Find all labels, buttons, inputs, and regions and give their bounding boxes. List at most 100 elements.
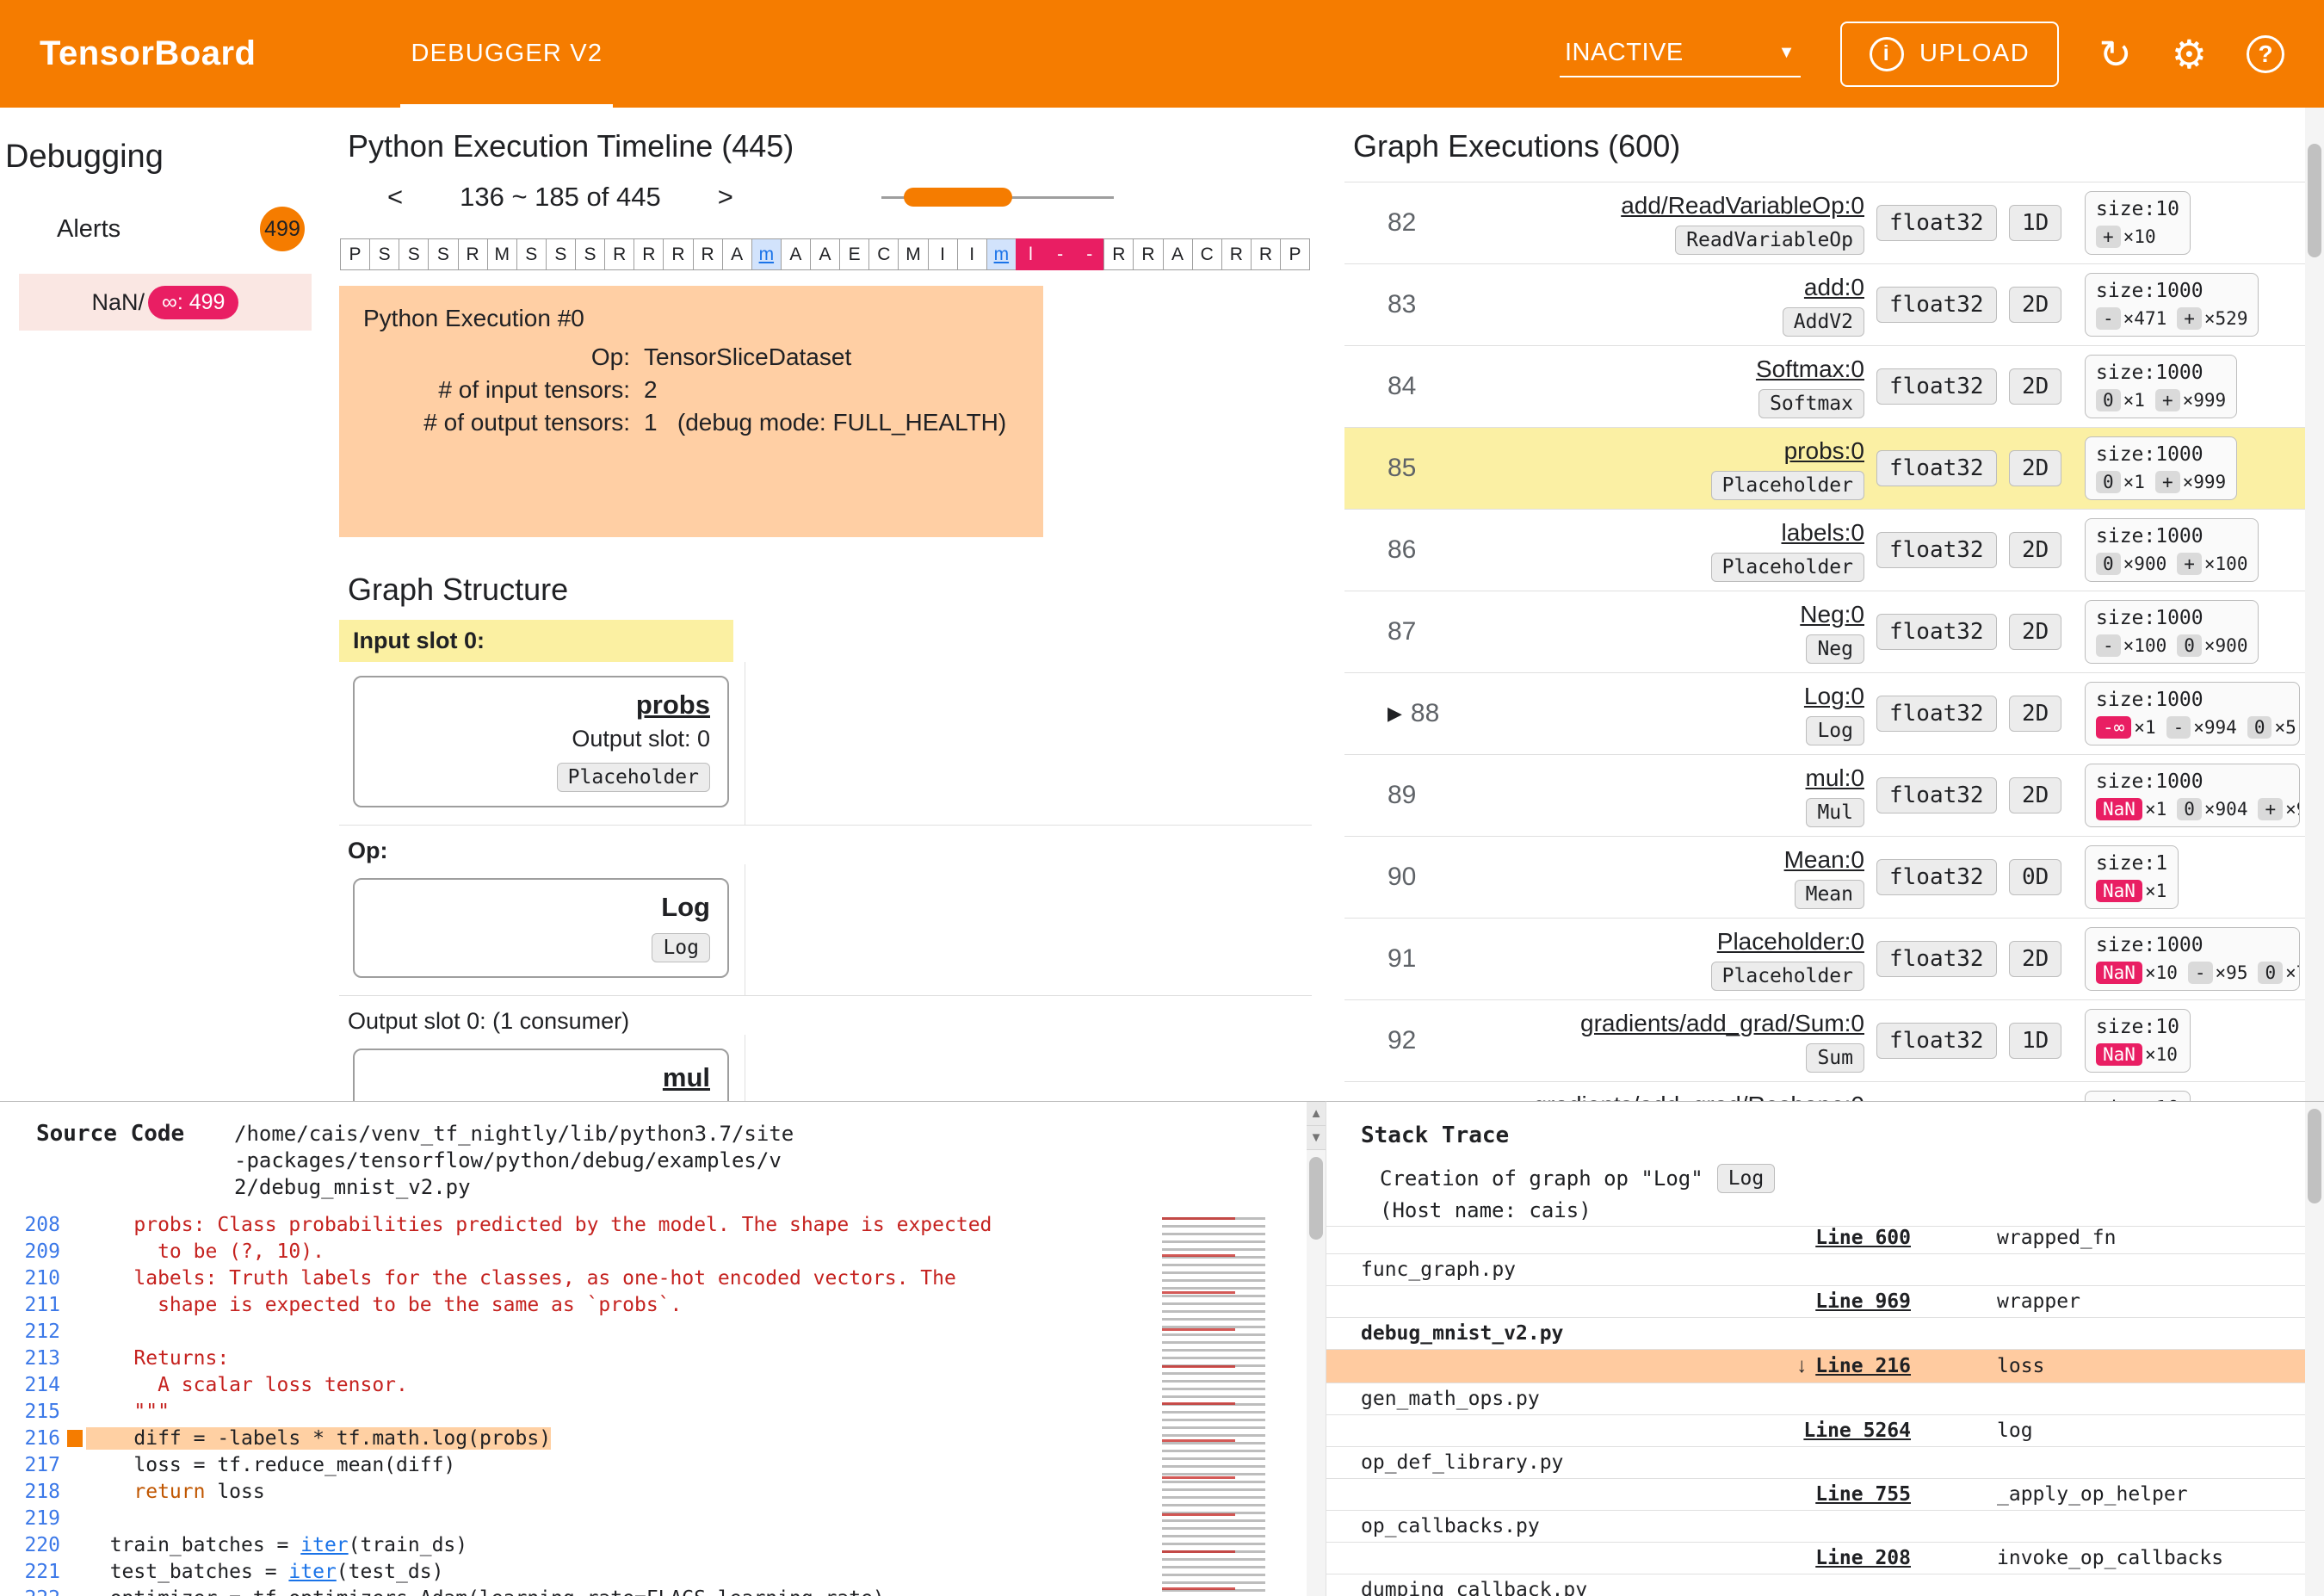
code-line[interactable]: 210 labels: Truth labels for the classes…	[0, 1265, 1326, 1292]
timeline-box[interactable]: I	[956, 238, 987, 270]
graph-execution-row[interactable]: 90 Mean:0 Mean float32 0D size:1 NaN ×1	[1344, 837, 2324, 919]
tensor-name-link[interactable]: Softmax:0	[1756, 356, 1864, 383]
stack-frame-row[interactable]: Line 755 _apply_op_helper	[1326, 1478, 2324, 1510]
timeline-box[interactable]: R	[663, 238, 694, 270]
slider-thumb[interactable]	[904, 188, 1012, 207]
upload-button[interactable]: i UPLOAD	[1839, 21, 2060, 87]
timeline-box[interactable]: S	[575, 238, 606, 270]
stack-trace-scrollbar[interactable]	[2305, 1102, 2324, 1596]
stack-line-link[interactable]: Line 755	[1815, 1483, 1911, 1506]
tensor-name-link[interactable]: mul:0	[1806, 764, 1864, 792]
timeline-box[interactable]: R	[1221, 238, 1252, 270]
tensor-name-link[interactable]: labels:0	[1781, 519, 1864, 547]
tensor-name-link[interactable]: add:0	[1804, 274, 1864, 301]
code-line[interactable]: 208 probs: Class probabilities predicted…	[0, 1212, 1326, 1239]
timeline-box[interactable]: S	[545, 238, 576, 270]
scroll-up-arrow[interactable]: ▲	[1307, 1102, 1326, 1126]
timeline-box[interactable]: P	[1280, 238, 1311, 270]
scrollbar-thumb[interactable]	[2308, 1109, 2321, 1203]
code-line[interactable]: 221 test_batches = iter(test_ds)	[0, 1559, 1326, 1586]
graph-execution-row[interactable]: 82 add/ReadVariableOp:0 ReadVariableOp floa…	[1344, 182, 2324, 264]
timeline-box[interactable]: m	[751, 238, 782, 270]
code-line[interactable]: 211 shape is expected to be the same as …	[0, 1292, 1326, 1319]
play-icon[interactable]: ▶	[1388, 702, 1402, 725]
timeline-box[interactable]: A	[721, 238, 752, 270]
scrollbar-thumb[interactable]	[1309, 1157, 1323, 1240]
tensor-name-link[interactable]: gradients/add_grad/Sum:0	[1580, 1010, 1864, 1037]
timeline-box[interactable]: R	[1133, 238, 1164, 270]
timeline-box[interactable]: S	[399, 238, 430, 270]
timeline-box[interactable]: S	[516, 238, 547, 270]
timeline-box[interactable]: A	[1162, 238, 1193, 270]
scroll-down-arrow[interactable]: ▼	[1307, 1126, 1326, 1150]
tensor-name-link[interactable]: Log:0	[1804, 683, 1864, 710]
tensor-name-link[interactable]: probs:0	[1784, 437, 1864, 465]
run-status-dropdown[interactable]: INACTIVE ▼	[1559, 30, 1801, 77]
code-line[interactable]: 217 loss = tf.reduce_mean(diff)	[0, 1452, 1326, 1479]
source-code-scrollbar[interactable]: ▲ ▼	[1307, 1102, 1326, 1596]
timeline-box[interactable]: C	[868, 238, 899, 270]
code-line[interactable]: 212	[0, 1319, 1326, 1345]
graph-execution-row[interactable]: 91 Placeholder:0 Placeholder float32 2D size:…	[1344, 919, 2324, 1000]
timeline-slider[interactable]	[881, 186, 1114, 208]
help-icon[interactable]: ?	[2247, 34, 2284, 73]
timeline-box[interactable]: P	[340, 238, 371, 270]
graph-execution-row[interactable]: 89 mul:0 Mul float32 2D size:1000 NaN ×1 0 ×904 + ×…	[1344, 755, 2324, 837]
gear-icon[interactable]: ⚙	[2172, 34, 2207, 74]
timeline-box[interactable]: M	[486, 238, 517, 270]
timeline-box[interactable]: E	[839, 238, 870, 270]
timeline-prev-button[interactable]: <	[375, 182, 415, 213]
code-line[interactable]: 216 diff = -labels * tf.math.log(probs)	[0, 1426, 1326, 1452]
code-line[interactable]: 219	[0, 1506, 1326, 1532]
timeline-box[interactable]: S	[369, 238, 400, 270]
output-node-link[interactable]: mul	[663, 1062, 710, 1092]
timeline-box[interactable]: R	[1103, 238, 1134, 270]
graph-execution-row[interactable]: 85 probs:0 Placeholder float32 2D size:1000 0 ×…	[1344, 428, 2324, 510]
timeline-box[interactable]: R	[604, 238, 635, 270]
stack-line-link[interactable]: Line 969	[1815, 1290, 1911, 1313]
code-line[interactable]: 213 Returns:	[0, 1345, 1326, 1372]
timeline-box[interactable]: -	[1045, 238, 1076, 270]
stack-line-link[interactable]: Line 216	[1815, 1355, 1911, 1377]
timeline-next-button[interactable]: >	[706, 182, 745, 213]
timeline-box[interactable]: A	[810, 238, 841, 270]
tensor-name-link[interactable]: gradients/add_grad/Reshape:0	[1533, 1092, 1864, 1102]
graph-execution-row[interactable]: 84 Softmax:0 Softmax float32 2D size:1000 0 ×1 +…	[1344, 346, 2324, 428]
stack-frame-row[interactable]: Line 600 wrapped_fn	[1326, 1226, 2324, 1253]
code-line[interactable]: 220 train_batches = iter(train_ds)	[0, 1532, 1326, 1559]
refresh-icon[interactable]: ↻	[2098, 34, 2132, 74]
stack-frame-row[interactable]: Line 5264 log	[1326, 1414, 2324, 1446]
code-line[interactable]: 215 """	[0, 1399, 1326, 1426]
input-node-link[interactable]: probs	[636, 690, 710, 720]
timeline-box[interactable]: m	[986, 238, 1017, 270]
code-line[interactable]: 218 return loss	[0, 1479, 1326, 1506]
timeline-box[interactable]: -	[1074, 238, 1105, 270]
code-minimap[interactable]	[1162, 1216, 1291, 1596]
stack-frame-row[interactable]: ↓ Line 216 loss	[1326, 1349, 2324, 1383]
timeline-box[interactable]: R	[457, 238, 488, 270]
timeline-box[interactable]: I	[927, 238, 958, 270]
graph-execution-row[interactable]: 87 Neg:0 Neg float32 2D size:1000 - ×100 0 ×900	[1344, 591, 2324, 673]
stack-line-link[interactable]: Line 5264	[1803, 1420, 1911, 1442]
tab-debugger-v2[interactable]: DEBUGGER V2	[400, 0, 613, 108]
timeline-box[interactable]: M	[898, 238, 929, 270]
graph-execution-row[interactable]: 92 gradients/add_grad/Sum:0 Sum float32 1D si…	[1344, 1000, 2324, 1082]
code-line[interactable]: 222 optimizer = tf.optimizers.Adam(learn…	[0, 1586, 1326, 1596]
graph-execution-row[interactable]: ▶ 88 Log:0 Log float32 2D size:1000 -∞ ×1- ×994 0 ×…	[1344, 673, 2324, 755]
timeline-box[interactable]: A	[780, 238, 811, 270]
timeline-box[interactable]: S	[428, 238, 459, 270]
tensor-name-link[interactable]: add/ReadVariableOp:0	[1621, 192, 1864, 220]
tensor-name-link[interactable]: Neg:0	[1800, 601, 1864, 628]
stack-frame-row[interactable]: Line 208 invoke_op_callbacks	[1326, 1542, 2324, 1574]
stack-frame-row[interactable]: Line 969 wrapper	[1326, 1285, 2324, 1317]
timeline-box[interactable]: R	[692, 238, 723, 270]
stack-line-link[interactable]: Line 208	[1815, 1547, 1911, 1569]
graph-execution-row[interactable]: 86 labels:0 Placeholder float32 2D size:1000 0…	[1344, 510, 2324, 591]
timeline-box[interactable]: C	[1191, 238, 1222, 270]
tensor-name-link[interactable]: Placeholder:0	[1717, 928, 1864, 956]
graph-executions-scrollbar[interactable]	[2305, 108, 2324, 1101]
scrollbar-thumb[interactable]	[2308, 144, 2321, 257]
timeline-box[interactable]: l	[1015, 238, 1046, 270]
graph-execution-row[interactable]: 83 add:0 AddV2 float32 2D size:1000 - ×471 + ×529	[1344, 264, 2324, 346]
code-line[interactable]: 209 to be (?, 10).	[0, 1239, 1326, 1265]
